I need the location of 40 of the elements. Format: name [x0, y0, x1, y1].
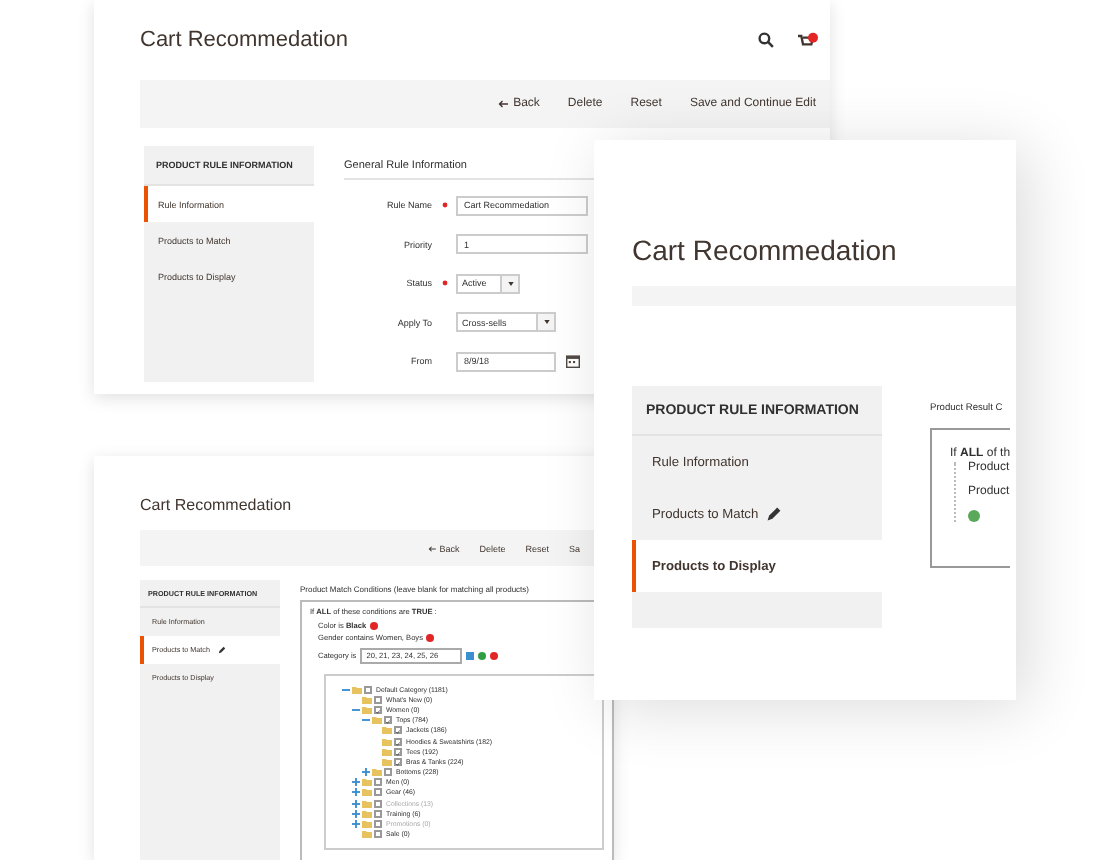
remove-icon[interactable]	[490, 651, 499, 659]
checkbox[interactable]	[394, 726, 402, 735]
apply-icon[interactable]	[478, 651, 487, 659]
required-icon	[441, 280, 447, 287]
remove-icon[interactable]	[370, 621, 379, 629]
collapse-icon[interactable]	[342, 685, 350, 694]
page-title: Cart Recommedation	[140, 494, 294, 518]
checkbox[interactable]	[384, 716, 392, 725]
checkbox[interactable]	[374, 778, 382, 787]
checkbox[interactable]	[394, 737, 402, 746]
checkbox[interactable]	[374, 695, 382, 704]
pencil-icon	[217, 646, 226, 654]
dropdown-arrow-icon	[507, 281, 513, 286]
pencil-icon	[766, 506, 783, 522]
checkbox[interactable]	[394, 747, 402, 756]
checkbox[interactable]	[374, 809, 382, 818]
back-arrow-icon	[427, 545, 436, 551]
remove-icon[interactable]	[426, 634, 435, 642]
add-icon[interactable]	[968, 510, 980, 522]
expand-icon[interactable]	[352, 788, 360, 797]
checkbox[interactable]	[364, 685, 372, 694]
checkbox[interactable]	[374, 788, 382, 797]
checkbox[interactable]	[384, 768, 392, 777]
checkbox[interactable]	[394, 757, 402, 766]
back-arrow-icon	[497, 100, 508, 108]
checkbox[interactable]	[374, 705, 382, 714]
checkbox[interactable]	[374, 830, 382, 839]
collapse-icon[interactable]	[362, 716, 370, 725]
required-icon	[441, 202, 447, 209]
expand-icon[interactable]	[352, 809, 360, 818]
cart-icon[interactable]	[798, 31, 818, 49]
expand-icon[interactable]	[362, 768, 370, 777]
calendar-icon[interactable]	[566, 354, 580, 369]
page-title: Cart Recommedation	[140, 28, 350, 52]
list-icon[interactable]	[466, 651, 475, 659]
search-icon[interactable]	[758, 32, 774, 48]
collapse-icon[interactable]	[352, 705, 360, 714]
dropdown-arrow-icon	[543, 320, 549, 325]
page-title: Cart Recommedation	[632, 232, 899, 270]
expand-icon[interactable]	[352, 778, 360, 787]
